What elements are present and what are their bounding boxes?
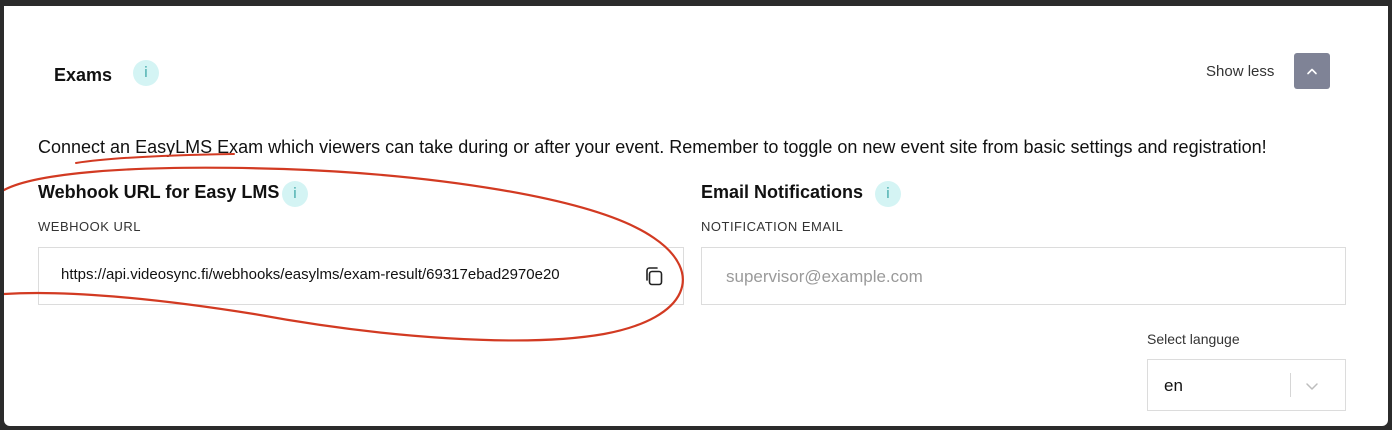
webhook-url-field[interactable]: https://api.videosync.fi/webhooks/easylm… [38, 247, 684, 305]
copy-icon[interactable] [643, 265, 665, 287]
notification-email-field-box [701, 247, 1346, 305]
webhook-section-title: Webhook URL for Easy LMS [38, 182, 280, 202]
webhook-url-value[interactable]: https://api.videosync.fi/webhooks/easylm… [61, 266, 609, 283]
exams-card: Exams i Show less Connect an EasyLMS Exa… [4, 6, 1388, 426]
exams-description: Connect an EasyLMS Exam which viewers ca… [38, 137, 1267, 157]
language-selected-value: en [1164, 376, 1183, 395]
language-select[interactable]: en [1147, 359, 1346, 411]
exams-title: Exams [54, 65, 113, 85]
collapse-button[interactable] [1294, 53, 1330, 89]
chevron-down-icon[interactable] [1304, 378, 1320, 394]
language-label: Select languge [1147, 331, 1240, 347]
show-less-link[interactable]: Show less [1206, 63, 1274, 80]
email-section-title: Email Notifications [701, 182, 864, 202]
notification-email-input[interactable] [724, 258, 1328, 296]
chevron-up-icon [1307, 68, 1317, 75]
webhook-url-label: WEBHOOK URL [38, 219, 142, 234]
webhook-info-icon[interactable]: i [282, 181, 308, 207]
notification-email-label: NOTIFICATION EMAIL [701, 219, 844, 234]
language-select-divider [1290, 373, 1291, 397]
email-info-icon[interactable]: i [875, 181, 901, 207]
exams-info-icon[interactable]: i [133, 60, 159, 86]
